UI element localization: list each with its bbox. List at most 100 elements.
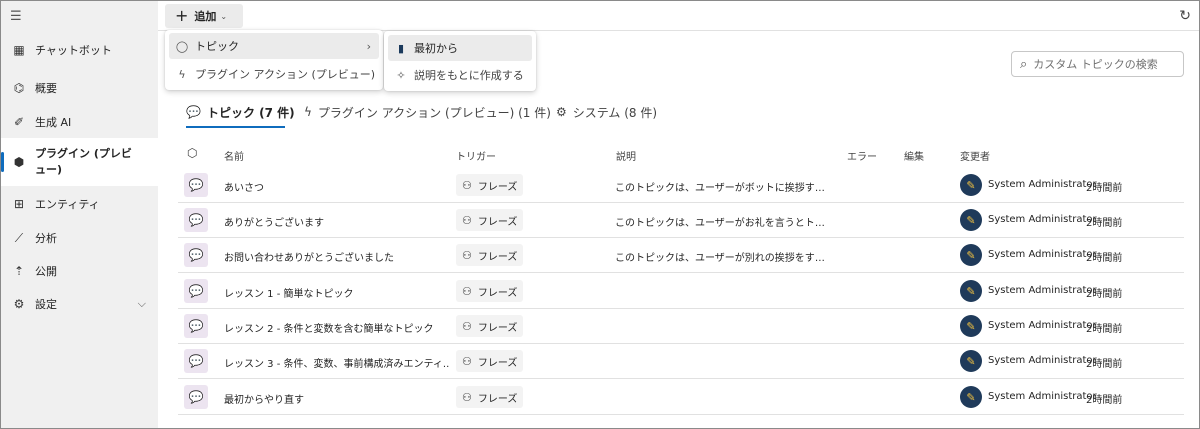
topic-icon: 💬 — [184, 243, 208, 267]
menu-item-from-blank[interactable]: ▮ 最初から — [388, 35, 532, 61]
menu-item-topic[interactable]: ◯ トピック › — [169, 33, 379, 59]
sidebar-item-label: 設定 — [35, 298, 57, 311]
trigger-chip: ⚇ フレーズ — [456, 174, 524, 196]
topic-name[interactable]: レッスン 3 - 条件、変数、事前構成済みエンティ... — [224, 355, 449, 370]
modified-by-user: System Administrator — [988, 285, 1097, 296]
header-description[interactable]: 説明 — [616, 148, 636, 163]
grid-icon: ▦ — [13, 43, 25, 57]
topic-icon: 💬 — [184, 279, 208, 303]
trigger-label: フレーズ — [477, 287, 518, 299]
magic-wand-icon: ✐ — [13, 115, 25, 129]
avatar: ✎ — [960, 280, 982, 302]
modified-time: 2時間前 — [1086, 183, 1123, 194]
sidebar-item-label: 概要 — [35, 82, 57, 95]
sidebar-item-settings[interactable]: ⚙ 設定 ⌵ — [1, 289, 158, 319]
topic-icon: 💬 — [184, 173, 208, 197]
trigger-chip: ⚇ フレーズ — [456, 386, 524, 408]
active-tab-indicator — [186, 126, 285, 128]
tab-label: トピック (7 件) — [206, 105, 295, 120]
trigger-chip: ⚇ フレーズ — [456, 280, 524, 302]
add-button[interactable]: + 追加 ⌄ — [165, 4, 243, 28]
trigger-label: フレーズ — [477, 357, 518, 369]
modified-by-user: System Administrator — [988, 179, 1097, 190]
avatar: ✎ — [960, 174, 982, 196]
topic-icon: 💬 — [184, 349, 208, 373]
component-icon: ⬡ — [187, 146, 198, 160]
tab-system[interactable]: ⚙ システム (8 件) — [556, 100, 657, 124]
system-gear-icon: ⚙ — [556, 105, 567, 119]
modified-time: 2時間前 — [1086, 359, 1123, 370]
sidebar-item-publish[interactable]: ⇡ 公開 — [1, 256, 158, 286]
plus-icon: + — [175, 6, 189, 25]
topic-name[interactable]: レッスン 2 - 条件と変数を含む簡単なトピック — [224, 320, 449, 335]
sidebar-item-chatbot[interactable]: ▦ チャットボット — [1, 35, 158, 65]
overview-icon: ⌬ — [13, 81, 25, 95]
chevron-down-icon: ⌵ — [137, 297, 146, 310]
topic-name[interactable]: レッスン 1 - 簡単なトピック — [224, 285, 449, 300]
phrase-icon: ⚇ — [462, 319, 472, 333]
topic-name[interactable]: ありがとうございます — [224, 214, 449, 229]
header-error[interactable]: エラー — [847, 148, 877, 163]
topic-icon: ◯ — [175, 39, 189, 53]
lightning-icon: ϟ — [178, 67, 186, 81]
chevron-down-icon: ⌄ — [220, 11, 228, 21]
avatar: ✎ — [960, 244, 982, 266]
modified-by-user: System Administrator — [988, 391, 1097, 402]
table-row[interactable]: 💬 レッスン 2 - 条件と変数を含む簡単なトピック ⚇ フレーズ ✎ Syste… — [178, 309, 1184, 344]
sidebar-item-label: エンティティ — [35, 198, 100, 211]
table-row[interactable]: 💬 最初からやり直す ⚇ フレーズ ✎ System Administrator … — [178, 380, 1184, 415]
sidebar-item-generative-ai[interactable]: ✐ 生成 AI — [1, 107, 158, 137]
menu-item-label: 最初から — [414, 42, 458, 55]
trigger-label: フレーズ — [477, 393, 518, 405]
phrase-icon: ⚇ — [462, 248, 472, 262]
table-row[interactable]: 💬 レッスン 3 - 条件、変数、事前構成済みエンティ... ⚇ フレーズ ✎ S… — [178, 344, 1184, 379]
modified-by-user: System Administrator — [988, 249, 1097, 260]
avatar: ✎ — [960, 350, 982, 372]
topic-icon: 💬 — [184, 208, 208, 232]
sidebar-item-plugins[interactable]: ⬢ プラグイン (プレビュー) — [1, 138, 158, 186]
avatar: ✎ — [960, 315, 982, 337]
topic-icon: 💬 — [184, 385, 208, 409]
topic-name[interactable]: お問い合わせありがとうございました — [224, 249, 449, 264]
refresh-icon[interactable]: ↻ — [1179, 8, 1191, 24]
header-modified-by[interactable]: 変更者 — [960, 148, 990, 163]
sidebar-item-label: 生成 AI — [35, 116, 72, 129]
table-row[interactable]: 💬 レッスン 1 - 簡単なトピック ⚇ フレーズ ✎ System Admini… — [178, 274, 1184, 309]
header-trigger[interactable]: トリガー — [456, 148, 496, 163]
table-row[interactable]: 💬 あいさつ ⚇ フレーズ このトピックは、ユーザーがボットに挨拶する... ✎ … — [178, 168, 1184, 203]
sidebar-item-label: プラグイン (プレビュー) — [35, 147, 132, 176]
table-row[interactable]: 💬 ありがとうございます ⚇ フレーズ このトピックは、ユーザーがお礼を言うとトリ… — [178, 203, 1184, 238]
topic-name[interactable]: 最初からやり直す — [224, 391, 449, 406]
sidebar-item-analytics[interactable]: ⟋ 分析 — [1, 223, 158, 253]
topic-name[interactable]: あいさつ — [224, 179, 449, 194]
menu-item-plugin-action[interactable]: ϟ プラグイン アクション (プレビュー) — [169, 61, 379, 87]
modified-time: 2時間前 — [1086, 324, 1123, 335]
search-placeholder: カスタム トピックの検索 — [1033, 58, 1158, 71]
topic-description: このトピックは、ユーザーがお礼を言うとトリ... — [615, 218, 830, 229]
avatar: ✎ — [960, 386, 982, 408]
topic-description: このトピックは、ユーザーが別れの挨拶をする... — [615, 253, 830, 264]
gear-icon: ⚙ — [13, 297, 25, 311]
phrase-icon: ⚇ — [462, 390, 472, 404]
phrase-icon: ⚇ — [462, 354, 472, 368]
header-name[interactable]: 名前 — [224, 148, 244, 163]
topic-icon: 💬 — [184, 314, 208, 338]
trigger-label: フレーズ — [477, 181, 518, 193]
menu-item-create-from-description[interactable]: ✧ 説明をもとに作成する — [388, 62, 532, 88]
sidebar-item-label: 公開 — [35, 265, 57, 278]
hamburger-menu-icon[interactable]: ☰ — [10, 9, 22, 24]
command-bar: + 追加 ⌄ ↻ — [158, 1, 1199, 31]
sidebar-item-label: チャットボット — [35, 44, 112, 57]
trigger-chip: ⚇ フレーズ — [456, 315, 524, 337]
tab-topics[interactable]: 💬 トピック (7 件) — [186, 100, 295, 124]
upload-icon: ⇡ — [13, 264, 25, 278]
search-input[interactable]: ⌕ カスタム トピックの検索 — [1011, 51, 1184, 77]
modified-by-user: System Administrator — [988, 355, 1097, 366]
tab-plugin-actions[interactable]: ϟ プラグイン アクション (プレビュー) (1 件) — [304, 100, 551, 124]
entity-icon: ⊞ — [13, 197, 25, 211]
trigger-chip: ⚇ フレーズ — [456, 244, 524, 266]
table-row[interactable]: 💬 お問い合わせありがとうございました ⚇ フレーズ このトピックは、ユーザーが別… — [178, 238, 1184, 273]
sidebar-item-overview[interactable]: ⌬ 概要 — [1, 73, 158, 103]
header-edit[interactable]: 編集 — [904, 148, 924, 163]
sidebar-item-entities[interactable]: ⊞ エンティティ — [1, 189, 158, 219]
